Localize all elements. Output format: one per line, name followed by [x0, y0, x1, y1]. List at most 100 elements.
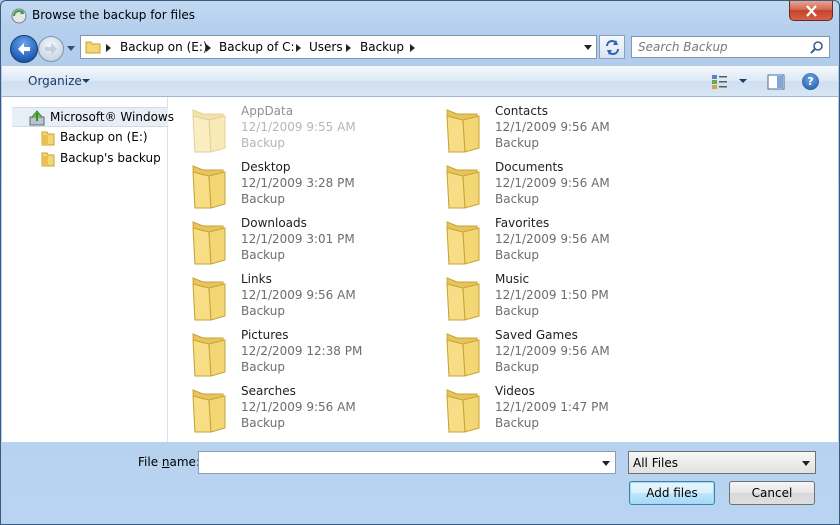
file-name: Music — [495, 272, 530, 286]
breadcrumb-item[interactable]: Backup — [360, 40, 404, 54]
close-button[interactable] — [789, 1, 833, 21]
folder-icon — [41, 152, 55, 167]
back-arrow-icon — [18, 43, 30, 55]
file-item[interactable]: Favorites 12/1/2009 9:56 AM Backup — [443, 216, 683, 270]
folder-icon — [41, 131, 55, 146]
folder-icon — [192, 389, 226, 433]
content-area: Microsoft® Windows Backup on (E:) Backup… — [2, 97, 838, 442]
file-item[interactable]: Saved Games 12/1/2009 9:56 AM Backup — [443, 328, 683, 382]
breadcrumb-item[interactable]: Backup on (E:) — [120, 40, 208, 54]
file-name: AppData — [241, 104, 294, 118]
file-name: Downloads — [241, 216, 307, 230]
chevron-down-icon[interactable] — [82, 79, 90, 83]
file-name: Saved Games — [495, 328, 578, 342]
file-date: 12/1/2009 3:28 PM — [241, 176, 355, 190]
tree-root-item[interactable]: Microsoft® Windows — [12, 107, 174, 127]
file-name: Favorites — [495, 216, 550, 230]
filename-dropdown-icon[interactable] — [602, 461, 610, 466]
file-date: 12/1/2009 9:55 AM — [241, 120, 356, 134]
address-bar[interactable]: Backup on (E:) Backup of C: Users Backup — [80, 35, 597, 59]
refresh-icon — [606, 40, 619, 55]
recent-pages-dropdown-icon[interactable] — [65, 43, 77, 53]
cancel-button[interactable]: Cancel — [729, 481, 815, 505]
search-icon[interactable] — [810, 40, 824, 54]
file-date: 12/2/2009 12:38 PM — [241, 344, 363, 358]
help-icon[interactable]: ? — [802, 73, 819, 90]
views-dropdown-icon[interactable] — [739, 79, 747, 83]
file-item[interactable]: AppData 12/1/2009 9:55 AM Backup — [189, 104, 429, 158]
file-name: Videos — [495, 384, 535, 398]
breadcrumb-separator-icon[interactable] — [346, 44, 351, 52]
file-location: Backup — [241, 192, 285, 206]
file-date: 12/1/2009 9:56 AM — [241, 288, 356, 302]
navigation-pane: Microsoft® Windows Backup on (E:) Backup… — [2, 97, 174, 442]
folder-icon — [446, 277, 480, 321]
folder-icon — [192, 165, 226, 209]
views-icon[interactable] — [711, 74, 729, 90]
breadcrumb-separator-icon[interactable] — [296, 44, 301, 52]
chevron-down-icon[interactable] — [802, 461, 810, 466]
search-input[interactable] — [638, 39, 808, 55]
breadcrumb-separator-icon[interactable] — [206, 44, 211, 52]
file-date: 12/1/2009 1:50 PM — [495, 288, 609, 302]
folder-icon — [192, 277, 226, 321]
file-item[interactable]: Searches 12/1/2009 9:56 AM Backup — [189, 384, 429, 438]
file-item[interactable]: Music 12/1/2009 1:50 PM Backup — [443, 272, 683, 326]
file-location: Backup — [495, 192, 539, 206]
breadcrumb-item[interactable]: Backup of C: — [219, 40, 295, 54]
file-location: Backup — [241, 304, 285, 318]
preview-pane-icon[interactable] — [767, 74, 785, 90]
folder-icon — [192, 109, 226, 153]
forward-arrow-icon — [45, 43, 57, 55]
tree-item-backups-backup[interactable]: Backup's backup — [40, 149, 161, 169]
folder-icon — [446, 221, 480, 265]
file-date: 12/1/2009 9:56 AM — [495, 176, 610, 190]
tree-root-label: Microsoft® Windows — [50, 110, 174, 124]
file-date: 12/1/2009 9:56 AM — [495, 232, 610, 246]
forward-button[interactable] — [38, 36, 64, 62]
backup-drive-icon — [29, 110, 45, 126]
file-item[interactable]: Documents 12/1/2009 9:56 AM Backup — [443, 160, 683, 214]
folder-icon — [192, 221, 226, 265]
file-name: Pictures — [241, 328, 289, 342]
file-item[interactable]: Desktop 12/1/2009 3:28 PM Backup — [189, 160, 429, 214]
folder-icon — [446, 389, 480, 433]
file-item[interactable]: Contacts 12/1/2009 9:56 AM Backup — [443, 104, 683, 158]
file-name: Desktop — [241, 160, 291, 174]
filename-field[interactable] — [198, 451, 616, 474]
file-item[interactable]: Pictures 12/2/2009 12:38 PM Backup — [189, 328, 429, 382]
file-item[interactable]: Downloads 12/1/2009 3:01 PM Backup — [189, 216, 429, 270]
file-type-select[interactable]: All Files — [628, 451, 816, 474]
file-date: 12/1/2009 9:56 AM — [495, 344, 610, 358]
tree-item-label: Backup's backup — [60, 151, 161, 165]
folder-icon — [446, 109, 480, 153]
back-button[interactable] — [10, 35, 38, 63]
breadcrumb-separator-icon[interactable] — [106, 44, 111, 52]
folder-icon — [192, 333, 226, 377]
file-type-value: All Files — [633, 456, 679, 470]
close-icon — [806, 5, 817, 17]
file-date: 12/1/2009 3:01 PM — [241, 232, 355, 246]
filename-input[interactable] — [203, 454, 593, 471]
file-location: Backup — [495, 416, 539, 430]
search-box[interactable] — [631, 36, 830, 58]
organize-menu-button[interactable]: Organize — [28, 74, 82, 88]
refresh-button[interactable] — [599, 35, 625, 59]
file-location: Backup — [495, 304, 539, 318]
file-location: Backup — [495, 360, 539, 374]
address-dropdown-icon[interactable] — [584, 45, 592, 50]
add-files-button[interactable]: Add files — [629, 481, 715, 505]
file-location: Backup — [241, 248, 285, 262]
file-name: Documents — [495, 160, 564, 174]
breadcrumb-separator-icon[interactable] — [410, 44, 415, 52]
file-item[interactable]: Links 12/1/2009 9:56 AM Backup — [189, 272, 429, 326]
file-location: Backup — [495, 136, 539, 150]
file-location: Backup — [241, 360, 285, 374]
breadcrumb-item[interactable]: Users — [309, 40, 343, 54]
tree-item-backup-drive[interactable]: Backup on (E:) — [40, 128, 160, 148]
backup-restore-icon — [11, 8, 27, 24]
file-date: 12/1/2009 9:56 AM — [241, 400, 356, 414]
dialog-window: Browse the backup for files Backup on (E… — [0, 0, 840, 525]
folder-icon — [85, 41, 101, 54]
file-item[interactable]: Videos 12/1/2009 1:47 PM Backup — [443, 384, 683, 438]
